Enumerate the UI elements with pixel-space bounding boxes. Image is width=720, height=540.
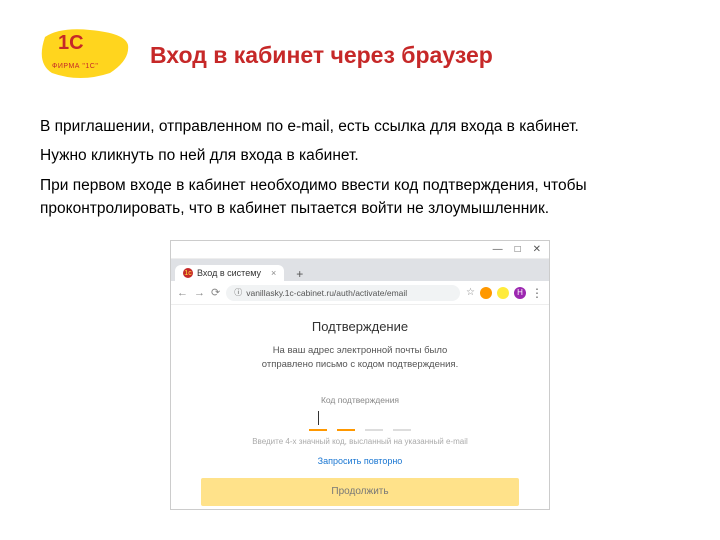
- nav-back-icon[interactable]: ←: [177, 287, 188, 299]
- paragraph-1: В приглашении, отправленном по e-mail, е…: [40, 115, 680, 138]
- logo-splash: [40, 25, 130, 80]
- nav-reload-icon[interactable]: ⟳: [211, 286, 220, 299]
- code-digit-1[interactable]: [309, 411, 327, 431]
- code-hint: Введите 4-х значный код, высланный на ук…: [252, 437, 468, 446]
- body-text: В приглашении, отправленном по e-mail, е…: [40, 115, 680, 226]
- url-text: vanillasky.1c-cabinet.ru/auth/activate/e…: [246, 288, 407, 298]
- window-minimize-icon[interactable]: —: [493, 244, 503, 255]
- content-heading: Подтверждение: [312, 319, 408, 334]
- desc-line-2: отправлено письмо с кодом подтверждения.: [262, 359, 458, 370]
- nav-forward-icon[interactable]: →: [194, 287, 205, 299]
- desc-line-1: На ваш адрес электронной почты было: [273, 345, 448, 356]
- paragraph-3: При первом входе в кабинет необходимо вв…: [40, 174, 680, 221]
- code-digit-2[interactable]: [337, 411, 355, 431]
- window-close-icon[interactable]: ✕: [533, 244, 541, 255]
- tab-bar: 1c Вход в систему × +: [171, 259, 549, 281]
- browser-screenshot: — □ ✕ 1c Вход в систему × + ← → ⟳ ⓘ vani…: [170, 240, 550, 510]
- window-controls: — □ ✕: [171, 241, 549, 259]
- extension-icon-2[interactable]: [497, 287, 509, 299]
- content-description: На ваш адрес электронной почты было отпр…: [262, 344, 458, 373]
- page-content: Подтверждение На ваш адрес электронной п…: [171, 305, 549, 509]
- code-input-group: [309, 411, 411, 431]
- code-field-label: Код подтверждения: [321, 395, 399, 405]
- page-title: Вход в кабинет через браузер: [150, 42, 493, 69]
- logo-sub-text: ФИРМА "1С": [52, 63, 98, 70]
- continue-button[interactable]: Продолжить: [201, 478, 519, 506]
- new-tab-button[interactable]: +: [290, 267, 309, 281]
- browser-tab[interactable]: 1c Вход в систему ×: [175, 265, 284, 281]
- paragraph-2: Нужно кликнуть по ней для входа в кабине…: [40, 144, 680, 167]
- window-maximize-icon[interactable]: □: [515, 244, 521, 255]
- extension-icon-1[interactable]: [480, 287, 492, 299]
- tab-favicon-icon: 1c: [183, 268, 193, 278]
- code-digit-4[interactable]: [393, 411, 411, 431]
- tab-close-icon[interactable]: ×: [271, 268, 276, 278]
- logo-1c: 1C ФИРМА "1С": [40, 25, 130, 80]
- toolbar-extensions: ☆ Н ⋮: [466, 286, 543, 300]
- code-digit-3[interactable]: [365, 411, 383, 431]
- bookmark-star-icon[interactable]: ☆: [466, 287, 475, 298]
- lock-icon: ⓘ: [234, 287, 242, 298]
- browser-menu-icon[interactable]: ⋮: [531, 286, 543, 300]
- address-bar: ← → ⟳ ⓘ vanillasky.1c-cabinet.ru/auth/ac…: [171, 281, 549, 305]
- logo-main-text: 1C: [58, 33, 84, 53]
- tab-title: Вход в систему: [197, 268, 261, 278]
- url-input[interactable]: ⓘ vanillasky.1c-cabinet.ru/auth/activate…: [226, 285, 460, 301]
- profile-avatar-icon[interactable]: Н: [514, 287, 526, 299]
- resend-link[interactable]: Запросить повторно: [318, 456, 403, 466]
